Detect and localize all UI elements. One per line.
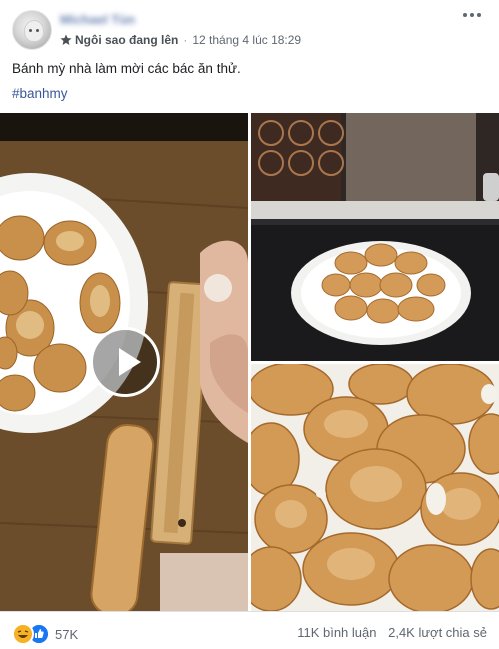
video-play-button[interactable] (90, 327, 160, 397)
more-options-icon[interactable] (463, 13, 485, 23)
reaction-count[interactable]: 57K (55, 627, 78, 642)
play-icon (119, 348, 141, 376)
bread-plate-photo[interactable] (251, 113, 499, 361)
star-icon (60, 34, 72, 45)
comments-count[interactable]: 11K bình luận (297, 625, 376, 640)
hashtag-link[interactable]: #banhmy (12, 86, 68, 101)
shares-count[interactable]: 2,4K lượt chia sẻ (388, 625, 487, 640)
post-caption: Bánh mỳ nhà làm mời các bác ăn thử. (12, 61, 241, 76)
post-footer: 57K 11K bình luận 2,4K lượt chia sẻ (0, 611, 499, 649)
meta-separator: · (183, 33, 188, 47)
rising-star-badge[interactable]: Ngôi sao đang lên (75, 33, 178, 47)
reactions-summary[interactable]: 57K (12, 623, 78, 645)
bread-closeup-image (251, 364, 499, 611)
author-name[interactable]: Michael Tùn (60, 12, 135, 27)
author-avatar[interactable] (12, 10, 52, 50)
engagement-stats: 11K bình luận 2,4K lượt chia sẻ (297, 625, 487, 640)
avatar-face (24, 20, 44, 42)
post-header: Michael Tùn Ngôi sao đang lên · 12 tháng… (0, 0, 499, 52)
bread-plate-image (251, 113, 499, 361)
post-timestamp[interactable]: 12 tháng 4 lúc 18:29 (192, 33, 301, 47)
bread-closeup-photo[interactable] (251, 364, 499, 611)
post-meta: Ngôi sao đang lên · 12 tháng 4 lúc 18:29 (60, 33, 301, 47)
haha-reaction-icon (12, 623, 34, 645)
